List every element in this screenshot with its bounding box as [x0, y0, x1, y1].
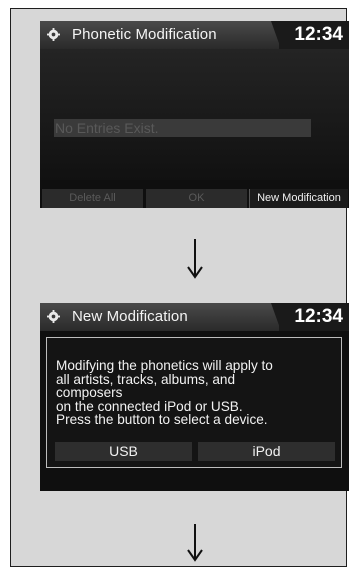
entry-placeholder: No Entries Exist.: [54, 119, 311, 137]
arrow-down-icon: [187, 524, 203, 562]
device-select-dialog: Modifying the phonetics will apply to al…: [46, 337, 342, 468]
entry-list: No Entries Exist.: [40, 49, 349, 180]
new-modification-button[interactable]: New Modification: [249, 189, 348, 208]
instruction-panel: Phonetic Modification 12:34 No Entries E…: [10, 8, 349, 567]
ok-button[interactable]: OK: [146, 189, 247, 208]
ipod-button[interactable]: iPod: [198, 442, 335, 461]
clock-tab: 12:34: [279, 303, 349, 331]
softkey-bar: Delete All OK New Modification: [40, 189, 349, 208]
arrow-down-icon: [187, 239, 203, 279]
clock: 12:34: [294, 306, 343, 327]
phonetic-modification-screen: Phonetic Modification 12:34 No Entries E…: [40, 21, 349, 208]
gear-icon: [47, 28, 60, 41]
screen-title: New Modification: [72, 308, 188, 325]
clock: 12:34: [294, 24, 343, 45]
title-bar: Phonetic Modification 12:34: [40, 21, 349, 49]
gear-icon: [47, 310, 60, 323]
delete-all-button[interactable]: Delete All: [42, 189, 143, 208]
clock-tab: 12:34: [279, 21, 349, 49]
title-bar: New Modification 12:34: [40, 303, 349, 331]
dialog-message: Modifying the phonetics will apply to al…: [56, 358, 273, 427]
usb-button[interactable]: USB: [55, 442, 192, 461]
new-modification-screen: New Modification 12:34 Modifying the pho…: [40, 303, 349, 491]
screen-title: Phonetic Modification: [72, 26, 217, 43]
